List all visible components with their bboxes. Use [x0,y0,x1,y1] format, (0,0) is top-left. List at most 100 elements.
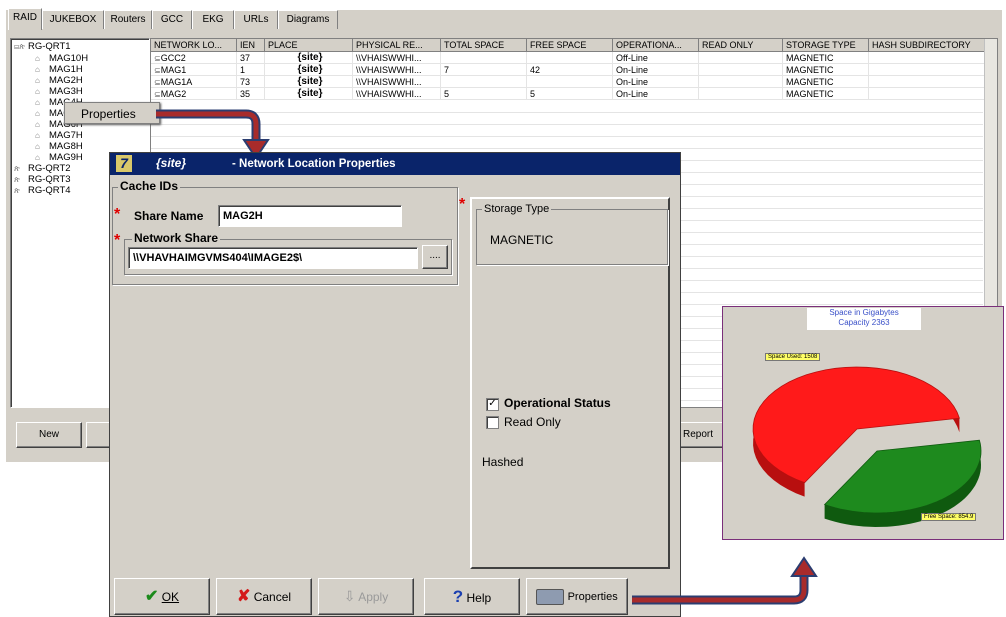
tab-ekg[interactable]: EKG [192,10,234,29]
table-cell [527,76,613,88]
apply-button[interactable]: ⇩ Apply [318,578,414,615]
site-icon: ጵ [14,164,20,173]
table-cell [441,52,527,64]
callout-arrow-button-to-chart [632,556,818,605]
tab-jukebox[interactable]: JUKEBOX [42,10,104,29]
hashed-label: Hashed [482,455,524,469]
tab-urls[interactable]: URLs [234,10,278,29]
server-icon: ⌂ [35,142,40,151]
share-name-input[interactable]: MAG2H [218,205,402,227]
column-header[interactable]: PHYSICAL RE... [353,39,441,52]
dialog-titlebar: 7 {site} - Network Location Properties [110,153,680,175]
tree-node-mag9h[interactable]: ⌂ MAG9H [35,152,83,163]
table-cell: 5 [441,88,527,100]
pie-chart [752,366,982,527]
network-location-properties-dialog: 7 {site} - Network Location Properties C… [109,152,681,617]
share-icon: ⊆ [154,78,161,87]
tree-node-mag3h[interactable]: ⌂ MAG3H [35,86,83,97]
tab-routers[interactable]: Routers [104,10,152,29]
server-icon: ⌂ [35,153,40,162]
network-location-cell: ⊆MAG1 [151,64,237,76]
tree-node-mag7h[interactable]: ⌂ MAG7H [35,130,83,141]
column-header[interactable]: FREE SPACE [527,39,613,52]
tree-node-rg-qrt3[interactable]: ጵ RG-QRT3 [14,174,71,185]
slice-label-free: Free Space: 854.9 [921,513,977,521]
server-icon [536,588,565,605]
storage-type-value: MAGNETIC [490,233,554,247]
table-cell: MAGNETIC [783,52,869,64]
table-cell: 37 [237,52,265,64]
tree-node-mag10h[interactable]: ⌂ MAG10H [35,53,88,64]
app-logo-icon: 7 [116,155,132,172]
ok-button[interactable]: ✔ OK [114,578,210,615]
tree-node-mag8h[interactable]: ⌂ MAG8H [35,141,83,152]
dialog-title: - Network Location Properties [232,158,396,170]
table-cell [869,64,997,76]
table-cell: {site} [265,52,353,64]
required-star-icon: * [114,206,121,223]
table-cell: Off-Line [613,52,699,64]
table-cell: {site} [265,64,353,76]
tree-node-mag1h[interactable]: ⌂ MAG1H [35,64,83,75]
share-name-label: Share Name [134,209,204,223]
column-header[interactable]: STORAGE TYPE [783,39,869,52]
network-location-cell: ⊆MAG1A [151,76,237,88]
table-cell [441,76,527,88]
server-icon: ⌂ [35,65,40,74]
table-cell: 1 [237,64,265,76]
server-icon: ⌂ [35,54,40,63]
space-chart: Space in Gigabytes Capacity 2363 Space U… [722,306,1004,540]
column-header[interactable]: NETWORK LO... [151,39,237,52]
server-icon: ⌂ [35,87,40,96]
help-button[interactable]: ? Help [424,578,520,615]
operational-status-label: Operational Status [504,396,611,410]
network-location-cell: ⊆MAG2 [151,88,237,100]
expand-icon[interactable]: ⊟ጵ [14,41,28,52]
table-cell [699,88,783,100]
tree-node-rg-qrt4[interactable]: ጵ RG-QRT4 [14,185,71,196]
column-header[interactable]: READ ONLY [699,39,783,52]
cache-ids-label: Cache IDs [118,179,181,193]
read-only-label: Read Only [504,415,561,429]
tree-node-root[interactable]: ⊟ጵ RG-QRT1 [14,41,71,52]
column-header[interactable]: TOTAL SPACE [441,39,527,52]
tree-node-rg-qrt2[interactable]: ጵ RG-QRT2 [14,163,71,174]
storage-type-label: Storage Type [482,203,552,215]
table-cell: 5 [527,88,613,100]
network-share-input[interactable]: \\VHAVHAIMGVMS404\IMAGE2$\ [128,247,418,269]
table-cell: 7 [441,64,527,76]
table-cell [699,52,783,64]
column-header[interactable]: IEN [237,39,265,52]
table-cell: 42 [527,64,613,76]
column-header[interactable]: PLACE [265,39,353,52]
context-menu-properties[interactable]: Properties [64,102,160,124]
x-icon: ✘ [236,588,251,605]
network-share-label: Network Share [132,231,221,245]
tree-node-mag2h[interactable]: ⌂ MAG2H [35,75,83,86]
new-button[interactable]: New [16,422,82,448]
checkmark-icon: ✓ [488,398,497,409]
table-cell [869,76,997,88]
dialog-site-label: {site} [156,156,187,170]
server-icon: ⌂ [35,109,40,118]
table-cell [699,76,783,88]
table-cell: {site} [265,76,353,88]
browse-button[interactable]: .... [422,245,448,269]
site-icon: ጵ [14,186,20,195]
operational-status-checkbox[interactable]: ✓ [486,398,499,411]
table-cell [869,88,997,100]
apply-arrow-icon: ⇩ [343,588,356,604]
slice-label-used: Space Used: 1508 [765,353,821,361]
column-header[interactable]: OPERATIONA... [613,39,699,52]
read-only-checkbox[interactable] [486,416,499,429]
share-icon: ⊆ [154,66,161,75]
server-icon: ⌂ [35,76,40,85]
tab-raid[interactable]: RAID [8,8,42,30]
column-header[interactable]: HASH SUBDIRECTORY [869,39,997,52]
properties-button[interactable]: Properties [526,578,628,615]
table-cell: On-Line [613,88,699,100]
tab-diagrams[interactable]: Diagrams [278,10,338,29]
table-cell: \\VHAISWWHI... [353,52,441,64]
cancel-button[interactable]: ✘ Cancel [216,578,312,615]
tab-gcc[interactable]: GCC [152,10,192,29]
